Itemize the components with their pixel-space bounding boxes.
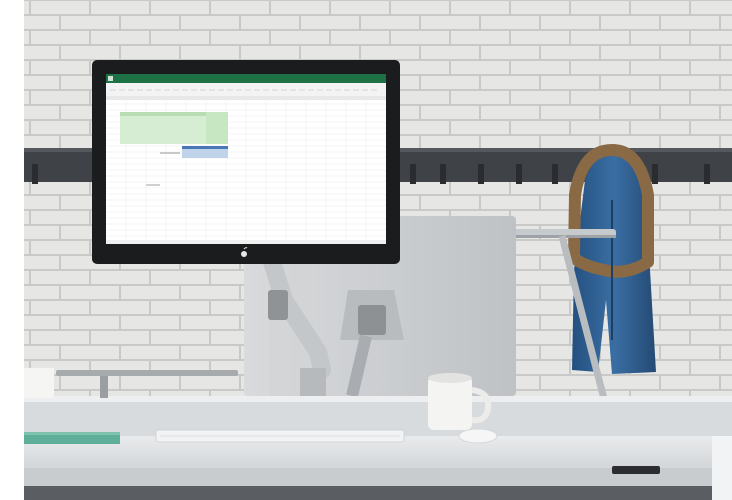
excel-app-icon — [108, 76, 113, 81]
book — [24, 432, 120, 444]
office-scene — [0, 0, 732, 500]
desk — [24, 396, 732, 500]
left-margin — [0, 0, 24, 500]
excel-title-bar — [106, 74, 386, 83]
hanging-jacket — [568, 144, 656, 374]
front-monitor — [92, 60, 400, 264]
mouse — [458, 428, 498, 444]
keyboard — [155, 429, 405, 443]
